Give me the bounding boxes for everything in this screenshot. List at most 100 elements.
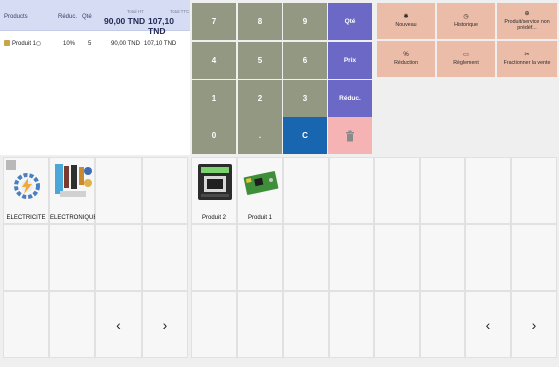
- empty-tile: [374, 224, 420, 291]
- key-8[interactable]: 8: [238, 3, 282, 40]
- empty-tile: [3, 224, 49, 291]
- key-6[interactable]: 6: [283, 42, 327, 79]
- chevron-left-icon: ‹: [485, 316, 491, 333]
- chevron-left-icon: ‹: [116, 316, 121, 333]
- history-button[interactable]: ◷ Historique: [437, 3, 495, 39]
- total-ht-label: Total HT: [127, 9, 144, 14]
- empty-tile: [142, 157, 188, 224]
- cart-header: Products Réduc. Qté Total HT 90,00 TND T…: [0, 0, 190, 36]
- cart-line-qty: 5: [88, 41, 92, 47]
- meter-device-icon: [198, 164, 232, 200]
- category-grid: ELECTRICITE ELECTRONIQUE ‹ ›: [3, 157, 188, 358]
- cart-line-ttc: 107,10 TND: [144, 41, 177, 47]
- empty-tile: [283, 291, 329, 358]
- empty-tile: [465, 157, 511, 224]
- reduction-label: Réduction: [394, 59, 418, 66]
- new-icon: ✱: [403, 13, 409, 20]
- empty-tile: [95, 224, 142, 291]
- product-tile[interactable]: Produit 1: [237, 157, 283, 224]
- total-ht-value: 90,00 TND: [104, 16, 146, 26]
- product-label: Produit 2: [201, 215, 226, 221]
- empty-tile: [511, 224, 557, 291]
- empty-tile: [511, 157, 557, 224]
- new-button[interactable]: ✱ Nouveau: [377, 3, 435, 39]
- product-label: Produit 1: [247, 215, 272, 221]
- history-label: Historique: [454, 21, 478, 28]
- key-1[interactable]: 1: [192, 80, 236, 117]
- category-next-button[interactable]: ›: [142, 291, 188, 358]
- cart-line-discount: 10%: [63, 41, 76, 47]
- col-qty: Qté: [82, 14, 92, 20]
- split-icon: ✂: [524, 51, 530, 58]
- total-ttc-value: 107,10 TND: [148, 16, 174, 36]
- key-dot[interactable]: .: [238, 117, 282, 154]
- empty-tile: [420, 291, 465, 358]
- key-3[interactable]: 3: [283, 80, 327, 117]
- history-icon: ◷: [463, 13, 469, 20]
- empty-tile: [237, 224, 283, 291]
- empty-tile: [374, 157, 420, 224]
- free-product-label: Produit/service non prédéf...: [504, 18, 550, 32]
- category-tile[interactable]: ELECTRICITE: [3, 157, 49, 224]
- key-5[interactable]: 5: [238, 42, 282, 79]
- product-icon: [4, 40, 10, 46]
- cart-line[interactable]: Produit 1 10% 5 90,00 TND 107,10 TND: [0, 36, 190, 52]
- chevron-right-icon: ›: [162, 316, 168, 333]
- cart-line-ht: 90,00 TND: [111, 41, 140, 47]
- col-discount: Réduc.: [58, 14, 78, 20]
- key-7[interactable]: 7: [192, 3, 236, 40]
- free-product-button[interactable]: ⊕ Produit/service non prédéf...: [497, 3, 557, 39]
- empty-tile: [95, 157, 142, 224]
- chevron-right-icon: ›: [531, 316, 537, 333]
- discount-button[interactable]: Réduc.: [328, 80, 372, 117]
- empty-tile: [142, 224, 188, 291]
- empty-tile: [329, 157, 374, 224]
- empty-tile: [465, 224, 511, 291]
- electronics-icon: [55, 164, 92, 197]
- price-button[interactable]: Prix: [328, 42, 372, 79]
- clear-button[interactable]: C: [283, 117, 327, 154]
- col-products: Products: [4, 14, 28, 20]
- payment-icon: ▭: [463, 51, 469, 58]
- key-0[interactable]: 0: [192, 117, 236, 154]
- delete-button[interactable]: [328, 117, 372, 154]
- product-grid: Produit 2 Produit 1 ‹ ›: [191, 157, 557, 358]
- free-product-icon: ⊕: [524, 10, 530, 17]
- product-prev-button[interactable]: ‹: [465, 291, 511, 358]
- category-label: ELECTRICITE: [6, 215, 46, 221]
- new-label: Nouveau: [395, 21, 417, 28]
- empty-tile: [374, 291, 420, 358]
- product-tile[interactable]: Produit 2: [191, 157, 237, 224]
- category-tile[interactable]: ELECTRONIQUE: [49, 157, 98, 224]
- qty-button[interactable]: Qté: [328, 3, 372, 40]
- cart-panel: Products Réduc. Qté Total HT 90,00 TND T…: [0, 0, 190, 155]
- electricity-icon: [14, 173, 40, 199]
- category-label: ELECTRONIQUE: [50, 215, 98, 221]
- empty-tile: [191, 291, 237, 358]
- split-sale-button[interactable]: ✂ Fractionner la vente: [497, 41, 557, 77]
- circuit-board-icon: [243, 171, 279, 195]
- info-icon[interactable]: [36, 41, 41, 46]
- category-prev-button[interactable]: ‹: [95, 291, 142, 358]
- empty-tile: [3, 291, 49, 358]
- empty-tile: [237, 291, 283, 358]
- empty-tile: [329, 224, 374, 291]
- total-ttc-label: Total TTC: [170, 9, 190, 14]
- cart-line-name: Produit 1: [12, 41, 37, 47]
- key-9[interactable]: 9: [283, 3, 327, 40]
- empty-tile: [420, 224, 465, 291]
- empty-tile: [283, 224, 329, 291]
- badge-icon: [6, 160, 16, 170]
- empty-tile: [191, 224, 237, 291]
- trash-icon: [346, 130, 354, 141]
- empty-tile: [329, 291, 374, 358]
- product-next-button[interactable]: ›: [511, 291, 557, 358]
- reduction-button[interactable]: % Réduction: [377, 41, 435, 77]
- empty-tile: [49, 224, 95, 291]
- empty-tile: [49, 291, 95, 358]
- key-4[interactable]: 4: [192, 42, 236, 79]
- key-2[interactable]: 2: [238, 80, 282, 117]
- payment-label: Règlement: [453, 59, 479, 66]
- empty-tile: [283, 157, 329, 224]
- payment-button[interactable]: ▭ Règlement: [437, 41, 495, 77]
